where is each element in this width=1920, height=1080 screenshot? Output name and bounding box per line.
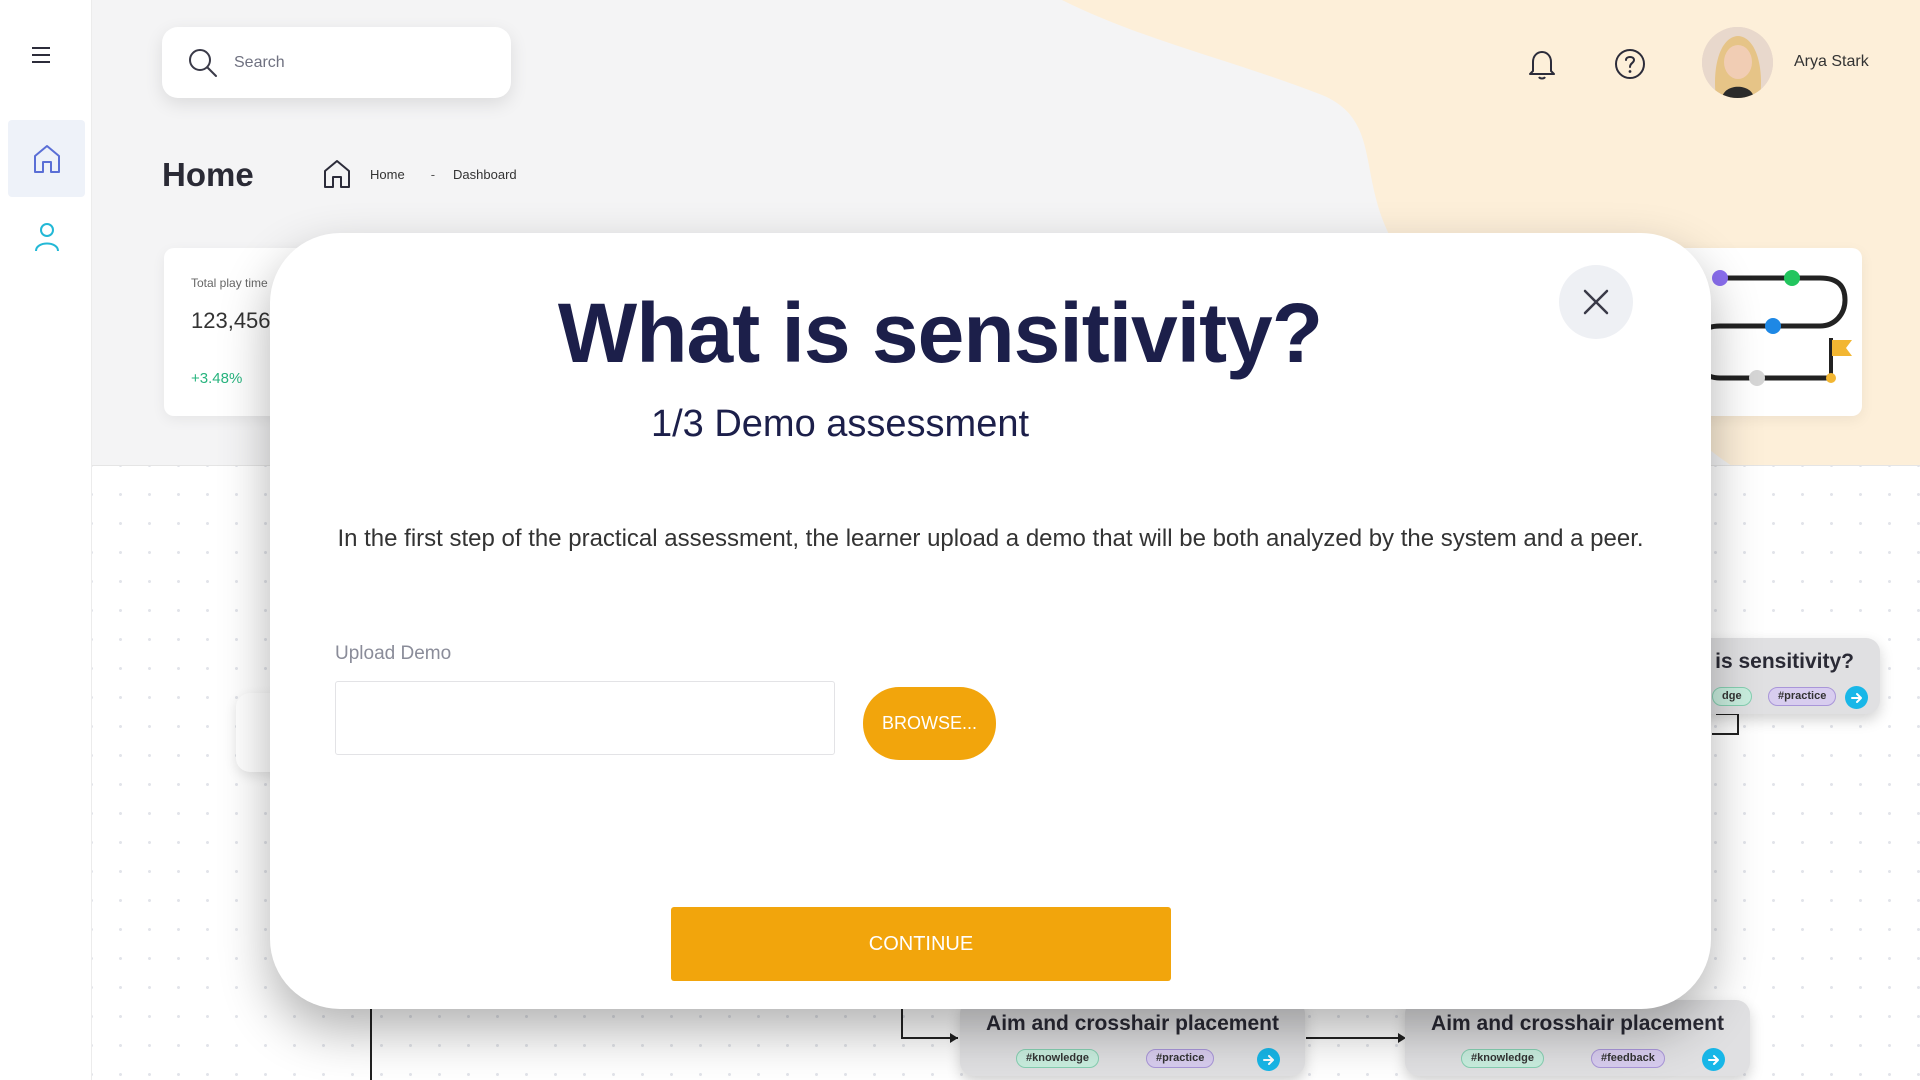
upload-label: Upload Demo	[335, 643, 452, 664]
user-name[interactable]: Arya Stark	[1794, 53, 1869, 71]
sidebar	[0, 0, 92, 1080]
help-circle-icon	[1615, 49, 1645, 79]
go-button[interactable]	[1845, 686, 1868, 709]
search-placeholder: Search	[234, 53, 285, 71]
stat-value: 123,456	[191, 308, 271, 333]
browse-button[interactable]: BROWSE...	[863, 687, 996, 760]
node-title: Aim and crosshair placement	[1431, 1012, 1724, 1035]
sidebar-item-home[interactable]	[8, 120, 85, 197]
close-icon	[1583, 289, 1609, 315]
modal-title: What is sensitivity?	[557, 286, 1323, 380]
modal-subtitle: 1/3 Demo assessment	[650, 403, 1030, 445]
modal-description: In the first step of the practical asses…	[337, 525, 1644, 552]
stat-change: +3.48%	[191, 370, 243, 387]
tag-knowledge[interactable]: dge	[1712, 687, 1752, 706]
help-button[interactable]	[1610, 44, 1650, 84]
page-title: Home	[162, 156, 254, 193]
tag-practice[interactable]: #practice	[1146, 1049, 1215, 1068]
upload-demo-field[interactable]	[335, 681, 835, 755]
tag-practice[interactable]: #practice	[1768, 687, 1837, 706]
flow-node-aim-2[interactable]: Aim and crosshair placement #knowledge #…	[1405, 1000, 1750, 1076]
assessment-modal: What is sensitivity? 1/3 Demo assessment…	[270, 233, 1711, 1009]
avatar[interactable]	[1702, 27, 1773, 98]
continue-button[interactable]: CONTINUE	[671, 907, 1171, 981]
home-icon[interactable]	[322, 158, 352, 190]
tag-knowledge[interactable]: #knowledge	[1461, 1049, 1544, 1068]
app-page: Search Arya Stark Home Home - Dashboard	[0, 0, 1920, 1080]
breadcrumb-home[interactable]: Home	[370, 167, 405, 182]
arrow-right-icon	[1262, 1054, 1274, 1065]
home-icon	[33, 144, 60, 173]
tag-knowledge[interactable]: #knowledge	[1016, 1049, 1099, 1068]
sidebar-item-user[interactable]	[8, 198, 85, 275]
arrow-right-icon	[1707, 1054, 1719, 1065]
stat-label: Total play time	[191, 276, 268, 290]
user-icon	[34, 222, 59, 251]
breadcrumb: Home - Dashboard	[322, 156, 517, 192]
flow-node-aim-1[interactable]: Aim and crosshair placement #knowledge #…	[960, 1000, 1305, 1076]
breadcrumb-dashboard[interactable]: Dashboard	[453, 167, 517, 182]
avatar-image	[1702, 27, 1773, 98]
node-title: Aim and crosshair placement	[986, 1012, 1279, 1035]
go-button[interactable]	[1702, 1048, 1725, 1071]
close-button[interactable]	[1559, 265, 1633, 339]
search-bar[interactable]: Search	[162, 27, 511, 98]
go-button[interactable]	[1257, 1048, 1280, 1071]
bell-icon	[1529, 51, 1555, 80]
arrow-right-icon	[1850, 692, 1862, 703]
hamburger-icon[interactable]	[26, 44, 56, 66]
search-icon	[189, 48, 217, 77]
tag-feedback[interactable]: #feedback	[1591, 1049, 1665, 1068]
breadcrumb-separator: -	[430, 166, 436, 182]
notification-button[interactable]	[1522, 44, 1562, 84]
